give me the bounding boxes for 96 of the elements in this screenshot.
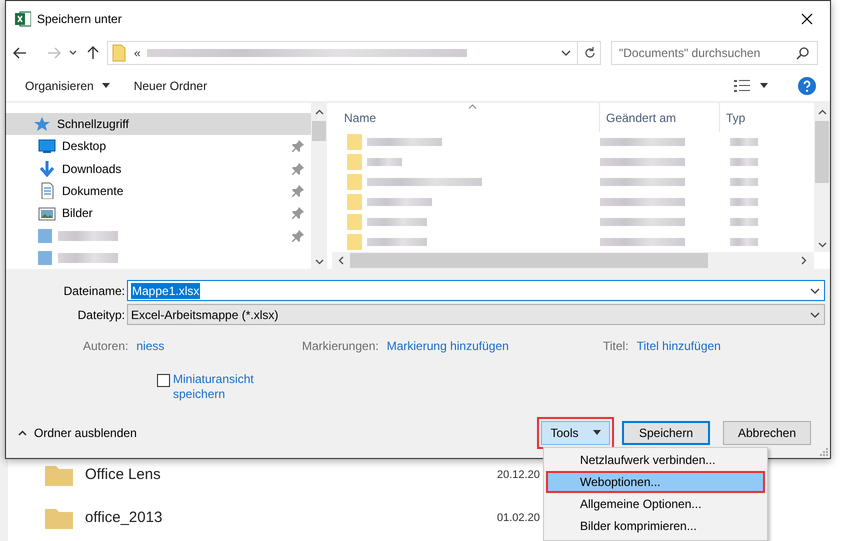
- folder-icon: [347, 134, 362, 150]
- filename-field[interactable]: Mappe1.xlsx: [127, 280, 825, 301]
- search-icon: [796, 47, 809, 60]
- filetype-dropdown[interactable]: Excel-Arbeitsmappe (*.xlsx): [127, 304, 825, 325]
- chevron-right-icon: [801, 256, 807, 265]
- folder-icon: [347, 174, 362, 190]
- field-link[interactable]: niess: [136, 339, 164, 355]
- search-field[interactable]: "Documents" durchsuchen: [611, 41, 818, 65]
- desktop-icon: [38, 138, 56, 155]
- save-button[interactable]: Speichern: [622, 420, 710, 444]
- blurred-type: [730, 158, 758, 166]
- hide-folders-button[interactable]: Ordner ausblenden: [18, 426, 137, 440]
- sort-caret-icon: [468, 104, 477, 109]
- back-arrow-icon[interactable]: [13, 47, 27, 59]
- help-icon[interactable]: [798, 76, 816, 94]
- blurred-type: [730, 198, 758, 206]
- chevron-down-icon: [810, 288, 820, 294]
- new-folder-button[interactable]: Neuer Ordner: [128, 74, 214, 96]
- nav-item[interactable]: Desktop: [6, 135, 311, 158]
- field-link[interactable]: Titel hinzufügen: [636, 339, 721, 355]
- list-view-icon: [734, 80, 750, 92]
- blurred-label: [58, 252, 118, 263]
- organize-button[interactable]: Organisieren: [19, 74, 116, 96]
- blurred-type: [730, 138, 758, 146]
- column-header[interactable]: Name: [332, 103, 600, 132]
- blurred-type: [730, 218, 758, 226]
- field-label: Autoren:: [83, 339, 128, 355]
- file-name: office_2013: [85, 509, 164, 526]
- blurred-type: [730, 238, 758, 246]
- folder-icon: [347, 234, 362, 250]
- refresh-icon[interactable]: [584, 47, 596, 59]
- vertical-scrollbar[interactable]: [814, 103, 830, 252]
- star-icon: [33, 116, 51, 133]
- chevron-down-icon[interactable]: [69, 50, 77, 56]
- chevron-up-icon: [314, 109, 324, 115]
- folder-icon: [45, 464, 73, 486]
- nav-item[interactable]: Dokumente: [6, 180, 311, 202]
- chevron-down-icon[interactable]: [561, 50, 571, 56]
- nav-item[interactable]: Downloads: [6, 158, 311, 180]
- column-header[interactable]: Typ: [720, 103, 746, 132]
- nav-item[interactable]: Schnellzugriff: [6, 113, 311, 136]
- chevron-up-icon: [818, 109, 826, 115]
- caret-icon: [760, 83, 768, 88]
- menu-item[interactable]: Bilder komprimieren...: [546, 515, 765, 537]
- scroll-thumb[interactable]: [815, 121, 829, 183]
- chevron-left-icon: [338, 256, 344, 265]
- file-date: 01.02.20: [497, 512, 540, 524]
- down-arrow-icon: [38, 160, 56, 178]
- folder-icon: [347, 214, 362, 230]
- blurred-file-name: [367, 238, 427, 246]
- scroll-thumb[interactable]: [350, 253, 708, 268]
- folder-icon: [347, 154, 362, 170]
- tools-button[interactable]: Tools: [541, 420, 610, 444]
- breadcrumb-overflow[interactable]: «: [134, 46, 141, 60]
- blurred-icon: [38, 228, 52, 243]
- blurred-type: [730, 178, 758, 186]
- chevron-down-icon: [810, 312, 820, 318]
- field-link[interactable]: Markierung hinzufügen: [386, 339, 509, 355]
- menu-item[interactable]: Weboptionen...: [546, 471, 765, 493]
- up-arrow-icon[interactable]: [87, 46, 99, 60]
- field-label: Markierungen:: [302, 339, 379, 355]
- chevron-down-icon: [314, 259, 324, 265]
- folder-icon: [112, 44, 126, 62]
- window-title: Speichern unter: [37, 12, 122, 26]
- nav-item[interactable]: Bilder: [6, 202, 311, 224]
- address-bar[interactable]: «: [107, 41, 601, 65]
- blurred-icon: [38, 250, 52, 265]
- checkbox[interactable]: [157, 374, 170, 387]
- forward-arrow-icon[interactable]: [47, 47, 61, 59]
- field-label: Titel:: [603, 339, 629, 355]
- chevron-down-icon: [818, 242, 826, 248]
- caret-icon: [102, 83, 110, 88]
- field-label: Dateiname:: [62, 284, 126, 298]
- horizontal-scrollbar[interactable]: [332, 252, 814, 269]
- folder-icon: [45, 506, 73, 528]
- scroll-thumb[interactable]: [312, 121, 326, 141]
- cancel-button[interactable]: Abbrechen: [723, 420, 811, 444]
- blurred-file-name: [367, 158, 402, 166]
- close-icon: [801, 12, 813, 24]
- blurred-label: [58, 230, 118, 241]
- field-label: Dateityp:: [76, 308, 126, 322]
- spreadsheet-icon: [15, 10, 31, 26]
- checkbox-label[interactable]: Miniaturansicht speichern: [173, 372, 268, 402]
- chevron-up-icon: [18, 430, 27, 436]
- blurred-file-name: [367, 198, 432, 206]
- caret-icon: [592, 430, 600, 435]
- blurred-file-name: [367, 218, 427, 226]
- menu-item[interactable]: Allgemeine Optionen...: [546, 493, 765, 515]
- picture-icon: [38, 204, 56, 222]
- menu-item[interactable]: Netzlaufwerk verbinden...: [546, 449, 765, 471]
- folder-icon: [347, 194, 362, 210]
- file-name: Office Lens: [85, 466, 162, 483]
- vertical-scrollbar[interactable]: [311, 103, 327, 269]
- file-date: 20.12.20: [497, 468, 540, 480]
- column-header[interactable]: Geändert am: [600, 103, 720, 132]
- resize-grip-icon: [820, 448, 828, 456]
